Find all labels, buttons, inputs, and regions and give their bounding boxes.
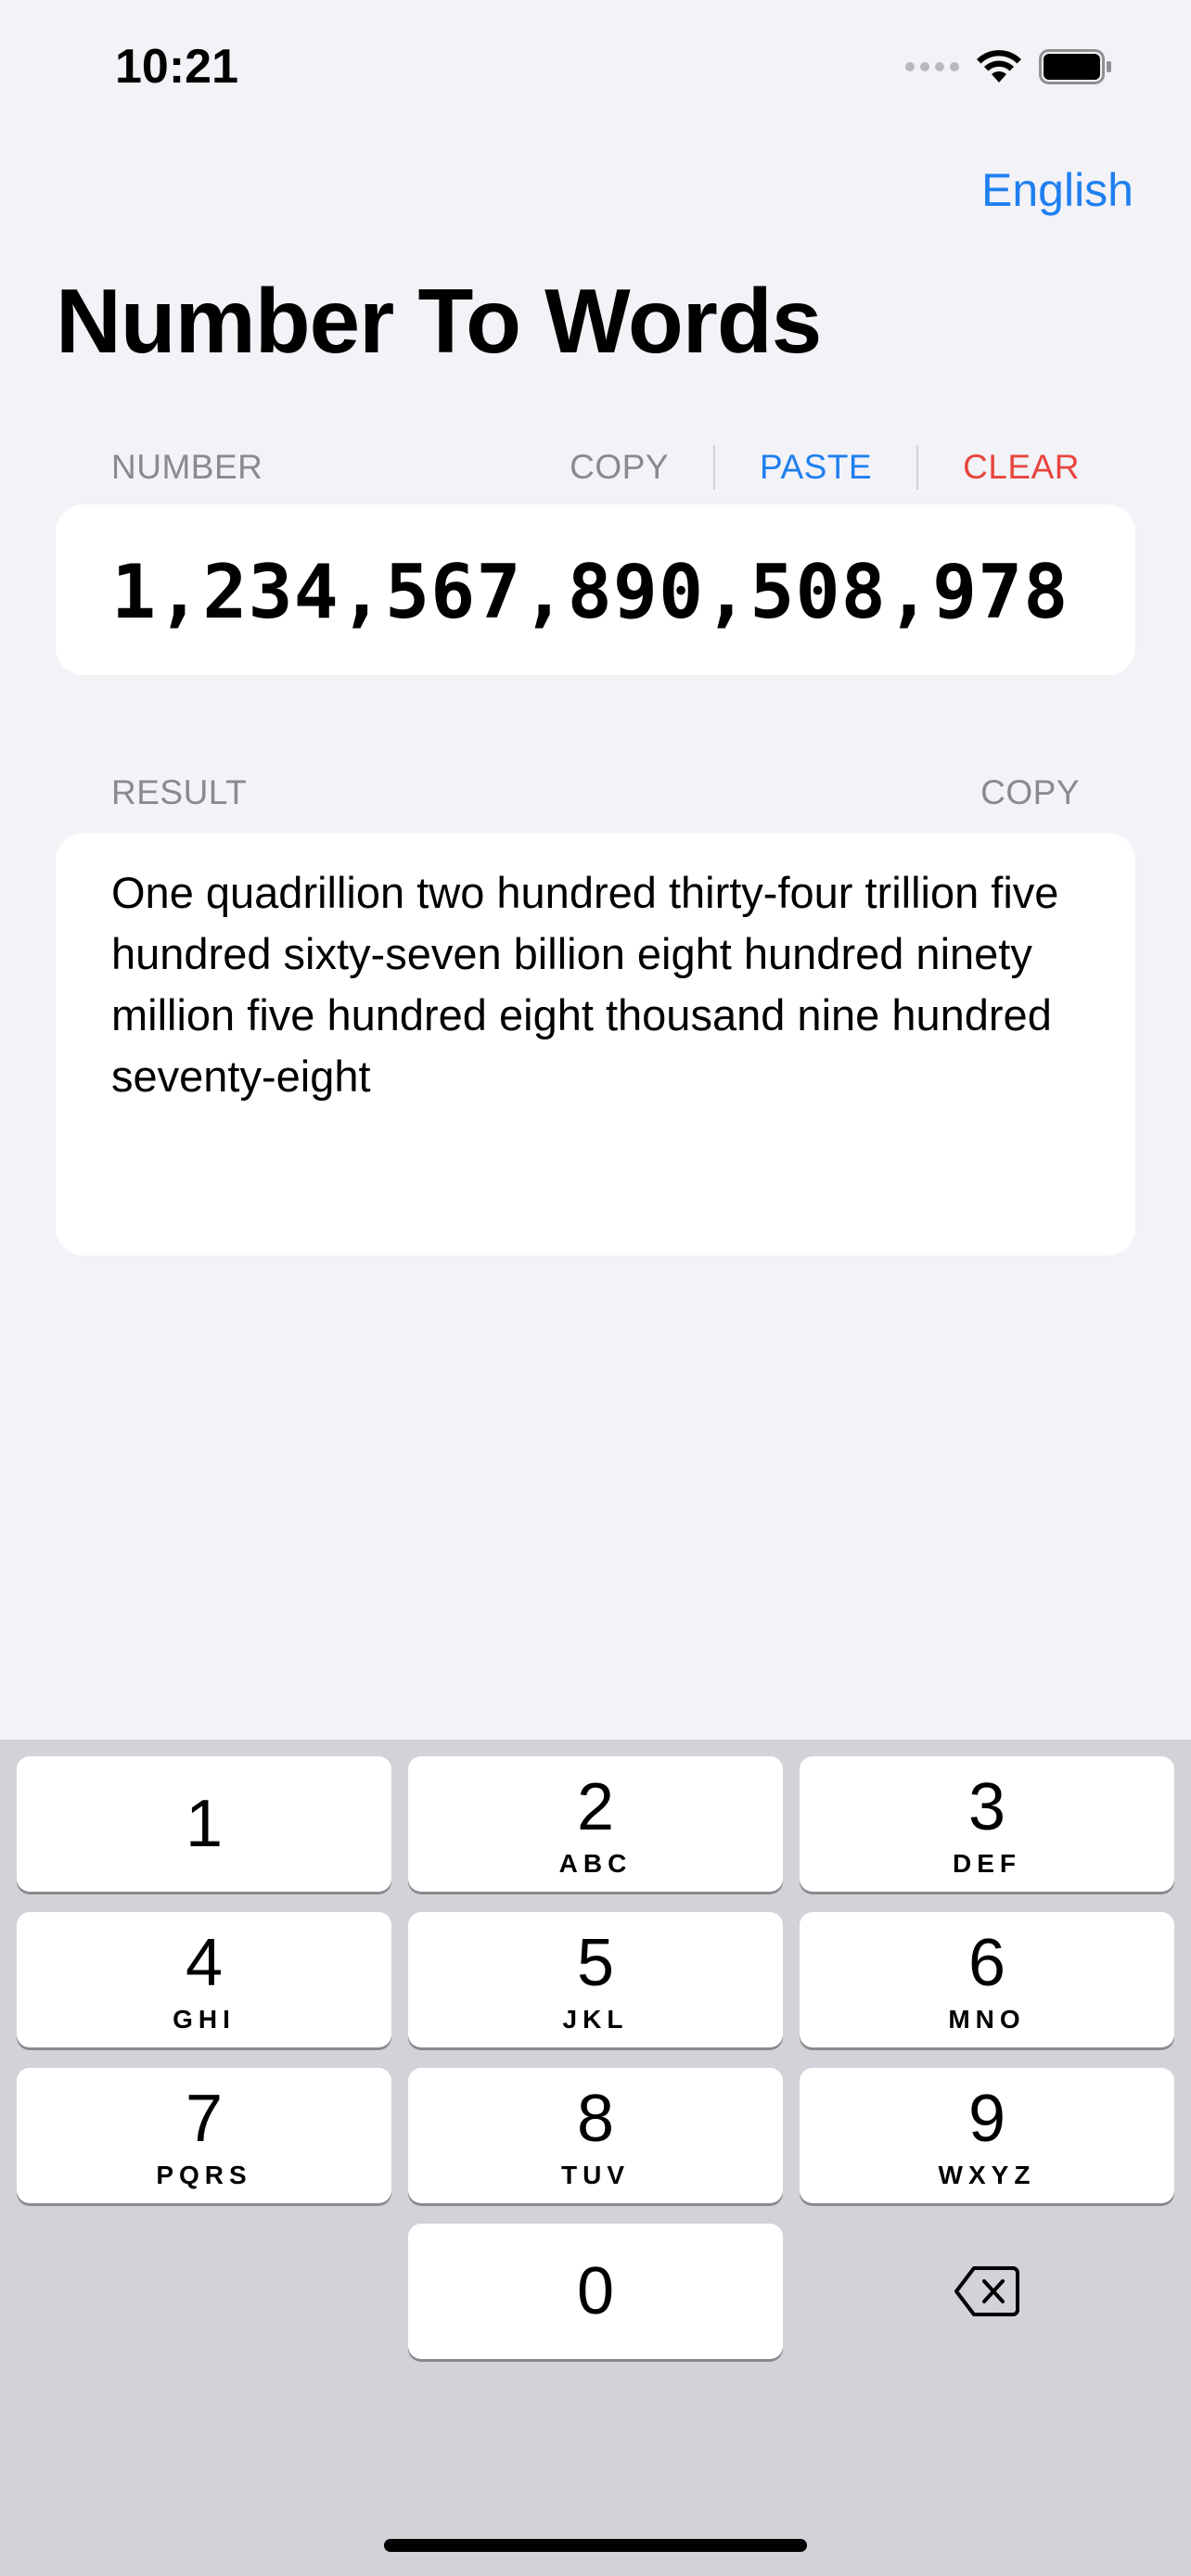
home-indicator (384, 2539, 807, 2552)
clear-button[interactable]: CLEAR (963, 448, 1080, 487)
app-screen: 10:21 English Number To Words NUMBER COP… (0, 0, 1191, 2576)
result-text-area[interactable]: One quadrillion two hundred thirty-four … (56, 833, 1135, 1256)
cellular-signal-icon (905, 62, 959, 71)
key-digit: 5 (576, 1926, 615, 2000)
wifi-icon (977, 50, 1021, 83)
result-section-header: RESULT COPY (111, 773, 1080, 812)
result-actions: COPY (980, 773, 1080, 812)
page-title: Number To Words (56, 270, 822, 372)
key-digit: 0 (576, 2254, 615, 2328)
key-letters: WXYZ (938, 2161, 1036, 2189)
number-section-header: NUMBER COPY PASTE CLEAR (111, 445, 1080, 490)
key-digit: 7 (185, 2082, 224, 2156)
result-section-label: RESULT (111, 773, 248, 811)
delete-key[interactable] (800, 2224, 1174, 2359)
key-9[interactable]: 9 WXYZ (800, 2068, 1174, 2203)
language-selector-button[interactable]: English (981, 163, 1133, 217)
key-letters: ABC (558, 1849, 633, 1878)
number-section-label: NUMBER (111, 448, 263, 486)
key-letters: DEF (953, 1849, 1021, 1878)
key-letters: JKL (562, 2005, 629, 2034)
key-letters: GHI (173, 2005, 236, 2034)
delete-backspace-icon (954, 2266, 1019, 2316)
key-2[interactable]: 2 ABC (408, 1756, 783, 1892)
copy-result-button[interactable]: COPY (980, 773, 1080, 812)
key-digit: 2 (576, 1770, 615, 1844)
number-actions: COPY PASTE CLEAR (570, 445, 1080, 490)
numeric-keypad: 1 2 ABC 3 DEF 4 GHI 5 JKL 6 MNO 7 PQRS 8… (0, 1740, 1191, 2576)
number-value: 1,234,567,890,508,978 (111, 549, 1069, 635)
key-letters: PQRS (156, 2161, 252, 2189)
battery-icon (1039, 49, 1111, 84)
key-0[interactable]: 0 (408, 2224, 783, 2359)
key-digit: 4 (185, 1926, 224, 2000)
status-icons (905, 45, 1113, 89)
key-digit: 8 (576, 2082, 615, 2156)
key-3[interactable]: 3 DEF (800, 1756, 1174, 1892)
key-8[interactable]: 8 TUV (408, 2068, 783, 2203)
key-digit: 9 (967, 2082, 1006, 2156)
key-4[interactable]: 4 GHI (17, 1912, 391, 2047)
key-letters: TUV (561, 2161, 630, 2189)
number-input-field[interactable]: 1,234,567,890,508,978 (56, 504, 1135, 675)
paste-button[interactable]: PASTE (760, 448, 872, 487)
key-digit: 1 (185, 1787, 224, 1861)
divider (713, 445, 716, 490)
key-7[interactable]: 7 PQRS (17, 2068, 391, 2203)
key-digit: 6 (967, 1926, 1006, 2000)
key-digit: 3 (967, 1770, 1006, 1844)
key-6[interactable]: 6 MNO (800, 1912, 1174, 2047)
key-letters: MNO (948, 2005, 1026, 2034)
status-time: 10:21 (115, 40, 238, 94)
key-5[interactable]: 5 JKL (408, 1912, 783, 2047)
divider (916, 445, 919, 490)
key-1[interactable]: 1 (17, 1756, 391, 1892)
copy-number-button[interactable]: COPY (570, 448, 669, 487)
result-text: One quadrillion two hundred thirty-four … (111, 868, 1059, 1101)
